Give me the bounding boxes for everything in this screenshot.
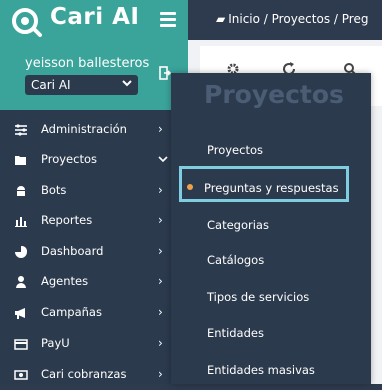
chevron-right-icon: ›	[158, 122, 163, 136]
sidebar-item-label: Proyectos	[41, 152, 97, 166]
android-icon	[17, 186, 25, 196]
breadcrumb-text: Inicio / Proyectos / Preg	[228, 12, 369, 26]
chevron-down-icon	[158, 156, 168, 163]
sidebar-item-label: Administración	[41, 122, 127, 136]
chevron-right-icon: ›	[158, 305, 163, 319]
folder-icon	[15, 156, 26, 165]
sidebar-item-proyectos[interactable]: Proyectos	[0, 145, 188, 175]
chevron-right-icon: ›	[158, 274, 163, 288]
submenu-item-categorias[interactable]: Categorias	[171, 210, 371, 240]
sidebar-item-bots[interactable]: Bots ›	[0, 176, 188, 206]
submenu-item-label: Catálogos	[207, 253, 265, 267]
sidebar-item-label: Bots	[41, 183, 67, 197]
sidebar-item-agentes[interactable]: Agentes ›	[0, 267, 188, 297]
bar-chart-icon	[15, 217, 27, 227]
sidebar-item-campanas[interactable]: Campañas ›	[0, 298, 188, 328]
brand-bar: Cari AI	[0, 0, 188, 44]
folder-open-icon: ▰	[216, 12, 226, 26]
sidebar-item-label: Campañas	[41, 305, 102, 319]
sidebar-item-label: Reportes	[41, 213, 93, 227]
sidebar-item-label: Cari cobranzas	[41, 367, 127, 381]
sidebar-item-cari-cobranzas[interactable]: Cari cobranzas ›	[0, 360, 188, 390]
money-icon	[14, 370, 28, 380]
submenu-item-label: Entidades masivas	[207, 363, 315, 377]
submenu-item-label: Proyectos	[207, 143, 263, 157]
user-icon	[16, 276, 26, 288]
app-name: Cari AI	[50, 4, 140, 30]
submenu-item-catalogos[interactable]: Catálogos	[171, 245, 371, 275]
sidebar-item-dashboard[interactable]: Dashboard ›	[0, 237, 188, 267]
sidebar-item-payu[interactable]: PayU ›	[0, 329, 188, 359]
chevron-right-icon: ›	[158, 336, 163, 350]
submenu-title: Proyectos	[204, 80, 344, 109]
submenu-item-proyectos[interactable]: Proyectos	[171, 135, 371, 165]
sidebar-item-administracion[interactable]: Administración ›	[0, 115, 188, 145]
top-bar: ▰ Inicio / Proyectos / Preg	[188, 0, 382, 40]
logout-icon[interactable]	[159, 66, 171, 80]
sidebar-item-label: Agentes	[41, 274, 89, 288]
breadcrumb: ▰ Inicio / Proyectos / Preg	[216, 12, 368, 26]
user-name: yeisson ballesteros	[25, 56, 150, 71]
submenu-item-label: Preguntas y respuestas	[204, 181, 339, 195]
submenu-item-label: Entidades	[207, 326, 264, 340]
proyectos-submenu: Proyectos Proyectos Preguntas y respuest…	[171, 73, 371, 384]
chevron-right-icon: ›	[158, 244, 163, 258]
sidebar-item-reportes[interactable]: Reportes ›	[0, 206, 188, 236]
submenu-item-label: Tipos de servicios	[207, 290, 310, 304]
company-select[interactable]: Cari AI	[25, 75, 138, 95]
sidebar: Cari AI yeisson ballesteros Cari AI Admi…	[0, 0, 188, 384]
sidebar-item-label: Dashboard	[41, 244, 104, 258]
submenu-item-label: Categorias	[207, 218, 269, 232]
sidebar-item-label: PayU	[41, 336, 70, 350]
pie-chart-icon	[15, 246, 27, 258]
submenu-item-tipos-de-servicios[interactable]: Tipos de servicios	[171, 282, 371, 312]
credit-card-icon	[14, 339, 28, 350]
chevron-right-icon: ›	[158, 367, 163, 381]
chevron-right-icon: ›	[158, 213, 163, 227]
gear-icon	[15, 124, 27, 136]
user-panel: yeisson ballesteros Cari AI	[0, 44, 188, 110]
chevron-down-icon	[122, 80, 132, 87]
cari-logo-icon	[12, 8, 42, 37]
hamburger-menu-icon[interactable]	[160, 12, 176, 28]
submenu-item-entidades[interactable]: Entidades	[171, 318, 371, 348]
submenu-item-entidades-masivas[interactable]: Entidades masivas	[171, 355, 371, 385]
submenu-item-preguntas-y-respuestas[interactable]: Preguntas y respuestas	[171, 173, 371, 203]
megaphone-icon	[15, 308, 25, 319]
company-select-value: Cari AI	[31, 78, 71, 92]
chevron-right-icon: ›	[158, 183, 163, 197]
